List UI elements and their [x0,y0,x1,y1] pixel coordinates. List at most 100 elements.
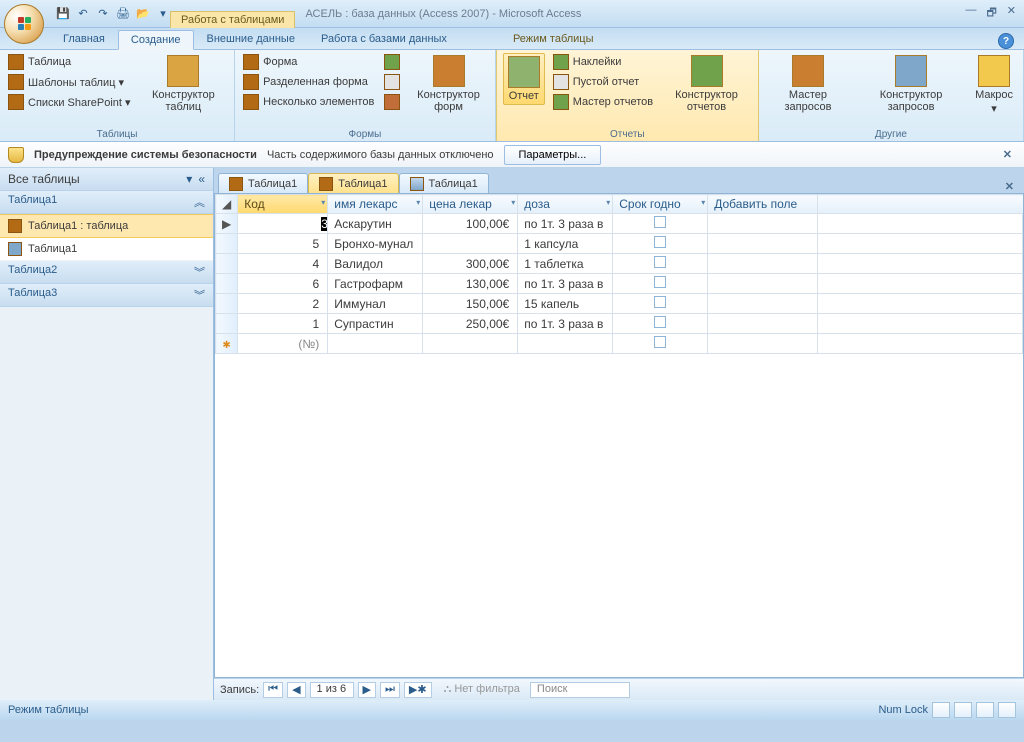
restore-button[interactable]: 🗗 [986,4,996,23]
cell-id[interactable]: 3 [238,214,328,234]
row-selector[interactable] [216,294,238,314]
cell-expiry[interactable] [613,274,708,294]
cell-expiry[interactable] [613,294,708,314]
cell-price[interactable] [423,234,518,254]
cell-add[interactable] [708,254,818,274]
document-close-button[interactable]: ✕ [999,180,1020,193]
cell-price[interactable]: 300,00€ [423,254,518,274]
nav-dropdown-icon[interactable]: ▾ [186,172,192,186]
save-icon[interactable]: 💾 [56,7,70,21]
col-add[interactable]: Добавить поле [708,195,818,214]
query-wizard-button[interactable]: Мастер запросов [765,53,851,115]
doc-tab-3[interactable]: Таблица1 [399,173,489,194]
last-record-button[interactable]: ⏭ [380,682,400,698]
nav-group-table3[interactable]: Таблица3︾ [0,284,213,307]
nav-item-table1-table[interactable]: Таблица1 : таблица [0,214,213,238]
view-datasheet-button[interactable] [932,702,950,718]
row-selector[interactable] [216,254,238,274]
cell-id[interactable]: (№) [238,334,328,354]
cell-dose[interactable]: 1 таблетка [518,254,613,274]
cell-name[interactable]: Гастрофарм [328,274,423,294]
col-expiry[interactable]: Срок годно▾ [613,195,708,214]
cell-name[interactable]: Бронхо-мунал [328,234,423,254]
cell-id[interactable]: 1 [238,314,328,334]
close-button[interactable]: ✕ [1007,4,1016,23]
table-row[interactable]: 6 Гастрофарм 130,00€ по 1т. 3 раза в [216,274,1023,294]
row-selector-new[interactable] [216,334,238,354]
record-counter[interactable]: 1 из 6 [310,682,354,698]
cell-id[interactable]: 4 [238,254,328,274]
undo-icon[interactable]: ↶ [76,7,90,21]
view-design-button[interactable] [998,702,1016,718]
minimize-button[interactable]: — [965,4,976,23]
cell-expiry[interactable] [613,314,708,334]
report-button[interactable]: Отчет [503,53,545,105]
blank-report-button[interactable]: Пустой отчет [551,73,655,91]
cell-add[interactable] [708,314,818,334]
cell-price[interactable]: 100,00€ [423,214,518,234]
cell-price[interactable]: 150,00€ [423,294,518,314]
cell-id[interactable]: 6 [238,274,328,294]
table-row[interactable]: 5 Бронхо-мунал 1 капсула [216,234,1023,254]
cell-add[interactable] [708,294,818,314]
table-row[interactable]: 2 Иммунал 150,00€ 15 капель [216,294,1023,314]
cell-dose[interactable]: по 1т. 3 раза в [518,274,613,294]
cell-name[interactable]: Валидол [328,254,423,274]
nav-group-table1[interactable]: Таблица1︽ [0,191,213,214]
new-record-row[interactable]: (№) [216,334,1023,354]
doc-tab-2[interactable]: Таблица1 [308,173,398,194]
cell-expiry[interactable] [613,254,708,274]
sharepoint-lists-button[interactable]: Списки SharePoint ▾ [6,93,133,111]
row-selector[interactable] [216,314,238,334]
macro-button[interactable]: Макрос▾ [971,53,1017,117]
form-extra3[interactable] [382,93,402,111]
next-record-button[interactable]: ▶ [358,682,376,698]
cell-dose[interactable]: 1 капсула [518,234,613,254]
split-form-button[interactable]: Разделенная форма [241,73,376,91]
col-dose[interactable]: доза▾ [518,195,613,214]
cell-name[interactable]: Аскарутин [328,214,423,234]
tab-external-data[interactable]: Внешние данные [194,29,308,49]
new-record-button[interactable]: ▶✱ [404,682,432,698]
tab-database-tools[interactable]: Работа с базами данных [308,29,460,49]
help-button[interactable]: ? [998,33,1014,49]
security-close-button[interactable]: ✕ [999,148,1016,161]
first-record-button[interactable]: ⏮ [263,682,283,698]
search-box[interactable]: Поиск [530,682,630,698]
form-extra1[interactable] [382,53,402,71]
view-pivottable-button[interactable] [954,702,972,718]
print-icon[interactable]: 🖨 [116,7,130,21]
open-icon[interactable]: 📂 [136,7,150,21]
nav-group-table2[interactable]: Таблица2︾ [0,261,213,284]
datasheet-grid[interactable]: ◢ Код▾ имя лекарс▾ цена лекар▾ доза▾ Сро… [214,193,1024,678]
cell-dose[interactable]: 15 капель [518,294,613,314]
qat-customize-icon[interactable]: ▾ [156,7,170,21]
table-templates-button[interactable]: Шаблоны таблиц ▾ [6,73,133,91]
tab-create[interactable]: Создание [118,30,194,50]
cell-name[interactable]: Иммунал [328,294,423,314]
cell-price[interactable]: 250,00€ [423,314,518,334]
new-table-button[interactable]: Таблица [6,53,133,71]
cell-dose[interactable]: по 1т. 3 раза в [518,314,613,334]
row-selector[interactable]: ▶ [216,214,238,234]
report-designer-button[interactable]: Конструктор отчетов [661,53,752,115]
prev-record-button[interactable]: ◀ [287,682,305,698]
col-name[interactable]: имя лекарс▾ [328,195,423,214]
nav-header[interactable]: Все таблицы ▾« [0,168,213,191]
form-designer-button[interactable]: Конструктор форм [408,53,488,115]
table-row[interactable]: ▶ 3 Аскарутин 100,00€ по 1т. 3 раза в [216,214,1023,234]
cell-name[interactable]: Супрастин [328,314,423,334]
security-options-button[interactable]: Параметры... [504,145,602,165]
query-designer-button[interactable]: Конструктор запросов [857,53,965,115]
cell-add[interactable] [708,214,818,234]
redo-icon[interactable]: ↷ [96,7,110,21]
row-selector[interactable] [216,234,238,254]
labels-button[interactable]: Наклейки [551,53,655,71]
col-id-dropdown-icon[interactable]: ▾ [321,198,325,207]
office-button[interactable] [4,4,44,44]
cell-add[interactable] [708,234,818,254]
cell-add[interactable] [708,274,818,294]
cell-id[interactable]: 2 [238,294,328,314]
form-button[interactable]: Форма [241,53,376,71]
table-row[interactable]: 4 Валидол 300,00€ 1 таблетка [216,254,1023,274]
